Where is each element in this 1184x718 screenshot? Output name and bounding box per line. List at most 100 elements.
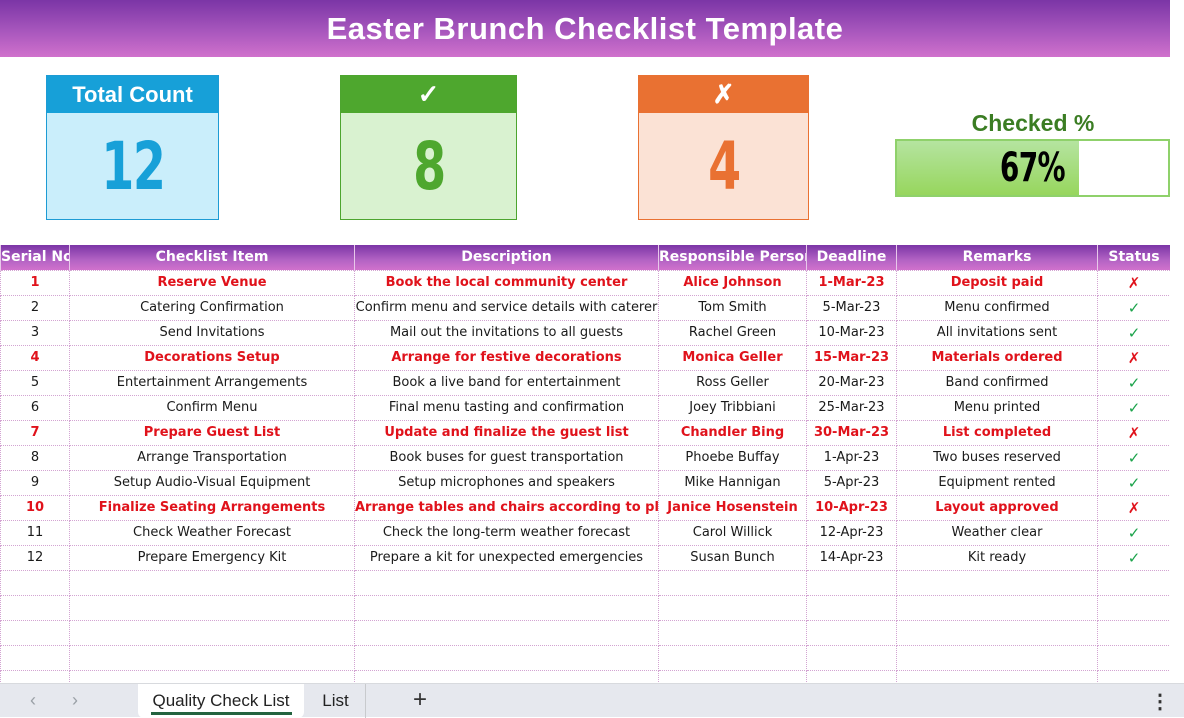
empty-cell[interactable] bbox=[69, 619, 355, 646]
item-cell[interactable]: Check Weather Forecast bbox=[69, 519, 355, 546]
deadline-cell[interactable]: 1-Mar-23 bbox=[806, 269, 897, 296]
person-cell[interactable]: Tom Smith bbox=[658, 294, 807, 321]
description-cell[interactable]: Confirm menu and service details with ca… bbox=[354, 294, 659, 321]
serial-cell[interactable]: 1 bbox=[0, 269, 70, 296]
serial-cell[interactable]: 11 bbox=[0, 519, 70, 546]
remarks-cell[interactable]: Menu printed bbox=[896, 394, 1098, 421]
more-options-icon[interactable]: ⋮ bbox=[1150, 689, 1170, 714]
item-cell[interactable]: Prepare Guest List bbox=[69, 419, 355, 446]
description-cell[interactable]: Book buses for guest transportation bbox=[354, 444, 659, 471]
empty-cell[interactable] bbox=[0, 619, 70, 646]
empty-cell[interactable] bbox=[1097, 569, 1171, 596]
empty-cell[interactable] bbox=[658, 594, 807, 621]
remarks-cell[interactable]: Equipment rented bbox=[896, 469, 1098, 496]
next-sheet-icon[interactable]: › bbox=[72, 690, 78, 711]
empty-cell[interactable] bbox=[806, 569, 897, 596]
empty-cell[interactable] bbox=[806, 644, 897, 671]
item-cell[interactable]: Reserve Venue bbox=[69, 269, 355, 296]
deadline-cell[interactable]: 25-Mar-23 bbox=[806, 394, 897, 421]
status-cell[interactable]: ✓ bbox=[1097, 394, 1171, 421]
empty-cell[interactable] bbox=[69, 644, 355, 671]
empty-cell[interactable] bbox=[354, 594, 659, 621]
empty-cell[interactable] bbox=[69, 594, 355, 621]
deadline-cell[interactable]: 1-Apr-23 bbox=[806, 444, 897, 471]
tab-quality-check-list[interactable]: Quality Check List bbox=[138, 684, 304, 718]
serial-cell[interactable]: 6 bbox=[0, 394, 70, 421]
deadline-cell[interactable]: 12-Apr-23 bbox=[806, 519, 897, 546]
status-cell[interactable]: ✓ bbox=[1097, 319, 1171, 346]
empty-cell[interactable] bbox=[1097, 594, 1171, 621]
serial-cell[interactable]: 9 bbox=[0, 469, 70, 496]
person-cell[interactable]: Rachel Green bbox=[658, 319, 807, 346]
deadline-cell[interactable]: 14-Apr-23 bbox=[806, 544, 897, 571]
serial-cell[interactable]: 4 bbox=[0, 344, 70, 371]
empty-cell[interactable] bbox=[1097, 619, 1171, 646]
empty-cell[interactable] bbox=[354, 569, 659, 596]
deadline-cell[interactable]: 10-Mar-23 bbox=[806, 319, 897, 346]
status-cell[interactable]: ✓ bbox=[1097, 294, 1171, 321]
person-cell[interactable]: Susan Bunch bbox=[658, 544, 807, 571]
serial-cell[interactable]: 8 bbox=[0, 444, 70, 471]
status-cell[interactable]: ✓ bbox=[1097, 369, 1171, 396]
person-cell[interactable]: Carol Willick bbox=[658, 519, 807, 546]
tab-list[interactable]: List bbox=[306, 684, 366, 718]
empty-cell[interactable] bbox=[658, 569, 807, 596]
add-sheet-icon[interactable]: + bbox=[413, 686, 427, 714]
deadline-cell[interactable]: 10-Apr-23 bbox=[806, 494, 897, 521]
remarks-cell[interactable]: Layout approved bbox=[896, 494, 1098, 521]
empty-cell[interactable] bbox=[354, 644, 659, 671]
status-cell[interactable]: ✓ bbox=[1097, 444, 1171, 471]
description-cell[interactable]: Update and finalize the guest list bbox=[354, 419, 659, 446]
empty-cell[interactable] bbox=[806, 594, 897, 621]
description-cell[interactable]: Book a live band for entertainment bbox=[354, 369, 659, 396]
person-cell[interactable]: Alice Johnson bbox=[658, 269, 807, 296]
serial-cell[interactable]: 12 bbox=[0, 544, 70, 571]
deadline-cell[interactable]: 5-Apr-23 bbox=[806, 469, 897, 496]
description-cell[interactable]: Book the local community center bbox=[354, 269, 659, 296]
status-cell[interactable]: ✗ bbox=[1097, 344, 1171, 371]
serial-cell[interactable]: 2 bbox=[0, 294, 70, 321]
item-cell[interactable]: Prepare Emergency Kit bbox=[69, 544, 355, 571]
empty-cell[interactable] bbox=[896, 594, 1098, 621]
serial-cell[interactable]: 3 bbox=[0, 319, 70, 346]
remarks-cell[interactable]: Two buses reserved bbox=[896, 444, 1098, 471]
empty-cell[interactable] bbox=[658, 619, 807, 646]
empty-cell[interactable] bbox=[896, 619, 1098, 646]
empty-cell[interactable] bbox=[806, 619, 897, 646]
status-cell[interactable]: ✗ bbox=[1097, 269, 1171, 296]
person-cell[interactable]: Ross Geller bbox=[658, 369, 807, 396]
item-cell[interactable]: Send Invitations bbox=[69, 319, 355, 346]
description-cell[interactable]: Arrange for festive decorations bbox=[354, 344, 659, 371]
item-cell[interactable]: Catering Confirmation bbox=[69, 294, 355, 321]
item-cell[interactable]: Setup Audio-Visual Equipment bbox=[69, 469, 355, 496]
status-cell[interactable]: ✗ bbox=[1097, 494, 1171, 521]
person-cell[interactable]: Joey Tribbiani bbox=[658, 394, 807, 421]
deadline-cell[interactable]: 5-Mar-23 bbox=[806, 294, 897, 321]
item-cell[interactable]: Entertainment Arrangements bbox=[69, 369, 355, 396]
deadline-cell[interactable]: 20-Mar-23 bbox=[806, 369, 897, 396]
description-cell[interactable]: Check the long-term weather forecast bbox=[354, 519, 659, 546]
empty-cell[interactable] bbox=[658, 644, 807, 671]
remarks-cell[interactable]: Menu confirmed bbox=[896, 294, 1098, 321]
item-cell[interactable]: Confirm Menu bbox=[69, 394, 355, 421]
description-cell[interactable]: Mail out the invitations to all guests bbox=[354, 319, 659, 346]
remarks-cell[interactable]: Band confirmed bbox=[896, 369, 1098, 396]
empty-cell[interactable] bbox=[354, 619, 659, 646]
status-cell[interactable]: ✓ bbox=[1097, 469, 1171, 496]
empty-cell[interactable] bbox=[1097, 644, 1171, 671]
remarks-cell[interactable]: Deposit paid bbox=[896, 269, 1098, 296]
prev-sheet-icon[interactable]: ‹ bbox=[30, 690, 36, 711]
empty-cell[interactable] bbox=[0, 594, 70, 621]
deadline-cell[interactable]: 30-Mar-23 bbox=[806, 419, 897, 446]
status-cell[interactable]: ✓ bbox=[1097, 519, 1171, 546]
deadline-cell[interactable]: 15-Mar-23 bbox=[806, 344, 897, 371]
description-cell[interactable]: Final menu tasting and confirmation bbox=[354, 394, 659, 421]
remarks-cell[interactable]: Kit ready bbox=[896, 544, 1098, 571]
empty-cell[interactable] bbox=[0, 569, 70, 596]
remarks-cell[interactable]: Weather clear bbox=[896, 519, 1098, 546]
serial-cell[interactable]: 10 bbox=[0, 494, 70, 521]
empty-cell[interactable] bbox=[896, 569, 1098, 596]
person-cell[interactable]: Janice Hosenstein bbox=[658, 494, 807, 521]
empty-cell[interactable] bbox=[69, 569, 355, 596]
item-cell[interactable]: Arrange Transportation bbox=[69, 444, 355, 471]
